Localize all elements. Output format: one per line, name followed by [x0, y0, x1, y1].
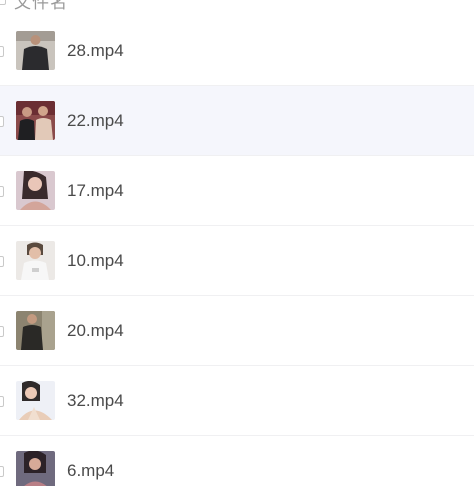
file-list-page: 文件名 28.mp4 22.mp4 17.mp4 10.mp4 20.mp4 3…: [0, 0, 474, 486]
video-thumbnail-icon[interactable]: [16, 31, 55, 70]
file-list: 28.mp4 22.mp4 17.mp4 10.mp4 20.mp4 32.mp…: [0, 16, 474, 486]
file-name[interactable]: 6.mp4: [67, 461, 114, 481]
video-thumbnail-icon[interactable]: [16, 451, 55, 486]
row-checkbox[interactable]: [0, 326, 4, 337]
column-header-filename[interactable]: 文件名: [14, 0, 68, 13]
row-checkbox[interactable]: [0, 256, 4, 267]
file-row[interactable]: 32.mp4: [0, 366, 474, 436]
file-list-header: 文件名: [0, 0, 474, 13]
file-row[interactable]: 17.mp4: [0, 156, 474, 226]
file-row[interactable]: 20.mp4: [0, 296, 474, 366]
row-checkbox[interactable]: [0, 466, 4, 477]
row-checkbox[interactable]: [0, 396, 4, 407]
file-name[interactable]: 17.mp4: [67, 181, 124, 201]
select-all-checkbox[interactable]: [0, 0, 6, 5]
video-thumbnail-icon[interactable]: [16, 381, 55, 420]
file-name[interactable]: 20.mp4: [67, 321, 124, 341]
file-row[interactable]: 22.mp4: [0, 86, 474, 156]
row-checkbox[interactable]: [0, 186, 4, 197]
file-name[interactable]: 32.mp4: [67, 391, 124, 411]
video-thumbnail-icon[interactable]: [16, 311, 55, 350]
row-checkbox[interactable]: [0, 116, 4, 127]
video-thumbnail-icon[interactable]: [16, 171, 55, 210]
row-checkbox[interactable]: [0, 46, 4, 57]
file-row[interactable]: 28.mp4: [0, 16, 474, 86]
video-thumbnail-icon[interactable]: [16, 101, 55, 140]
file-row[interactable]: 10.mp4: [0, 226, 474, 296]
video-thumbnail-icon[interactable]: [16, 241, 55, 280]
file-name[interactable]: 10.mp4: [67, 251, 124, 271]
file-row[interactable]: 6.mp4: [0, 436, 474, 486]
file-name[interactable]: 22.mp4: [67, 111, 124, 131]
file-name[interactable]: 28.mp4: [67, 41, 124, 61]
